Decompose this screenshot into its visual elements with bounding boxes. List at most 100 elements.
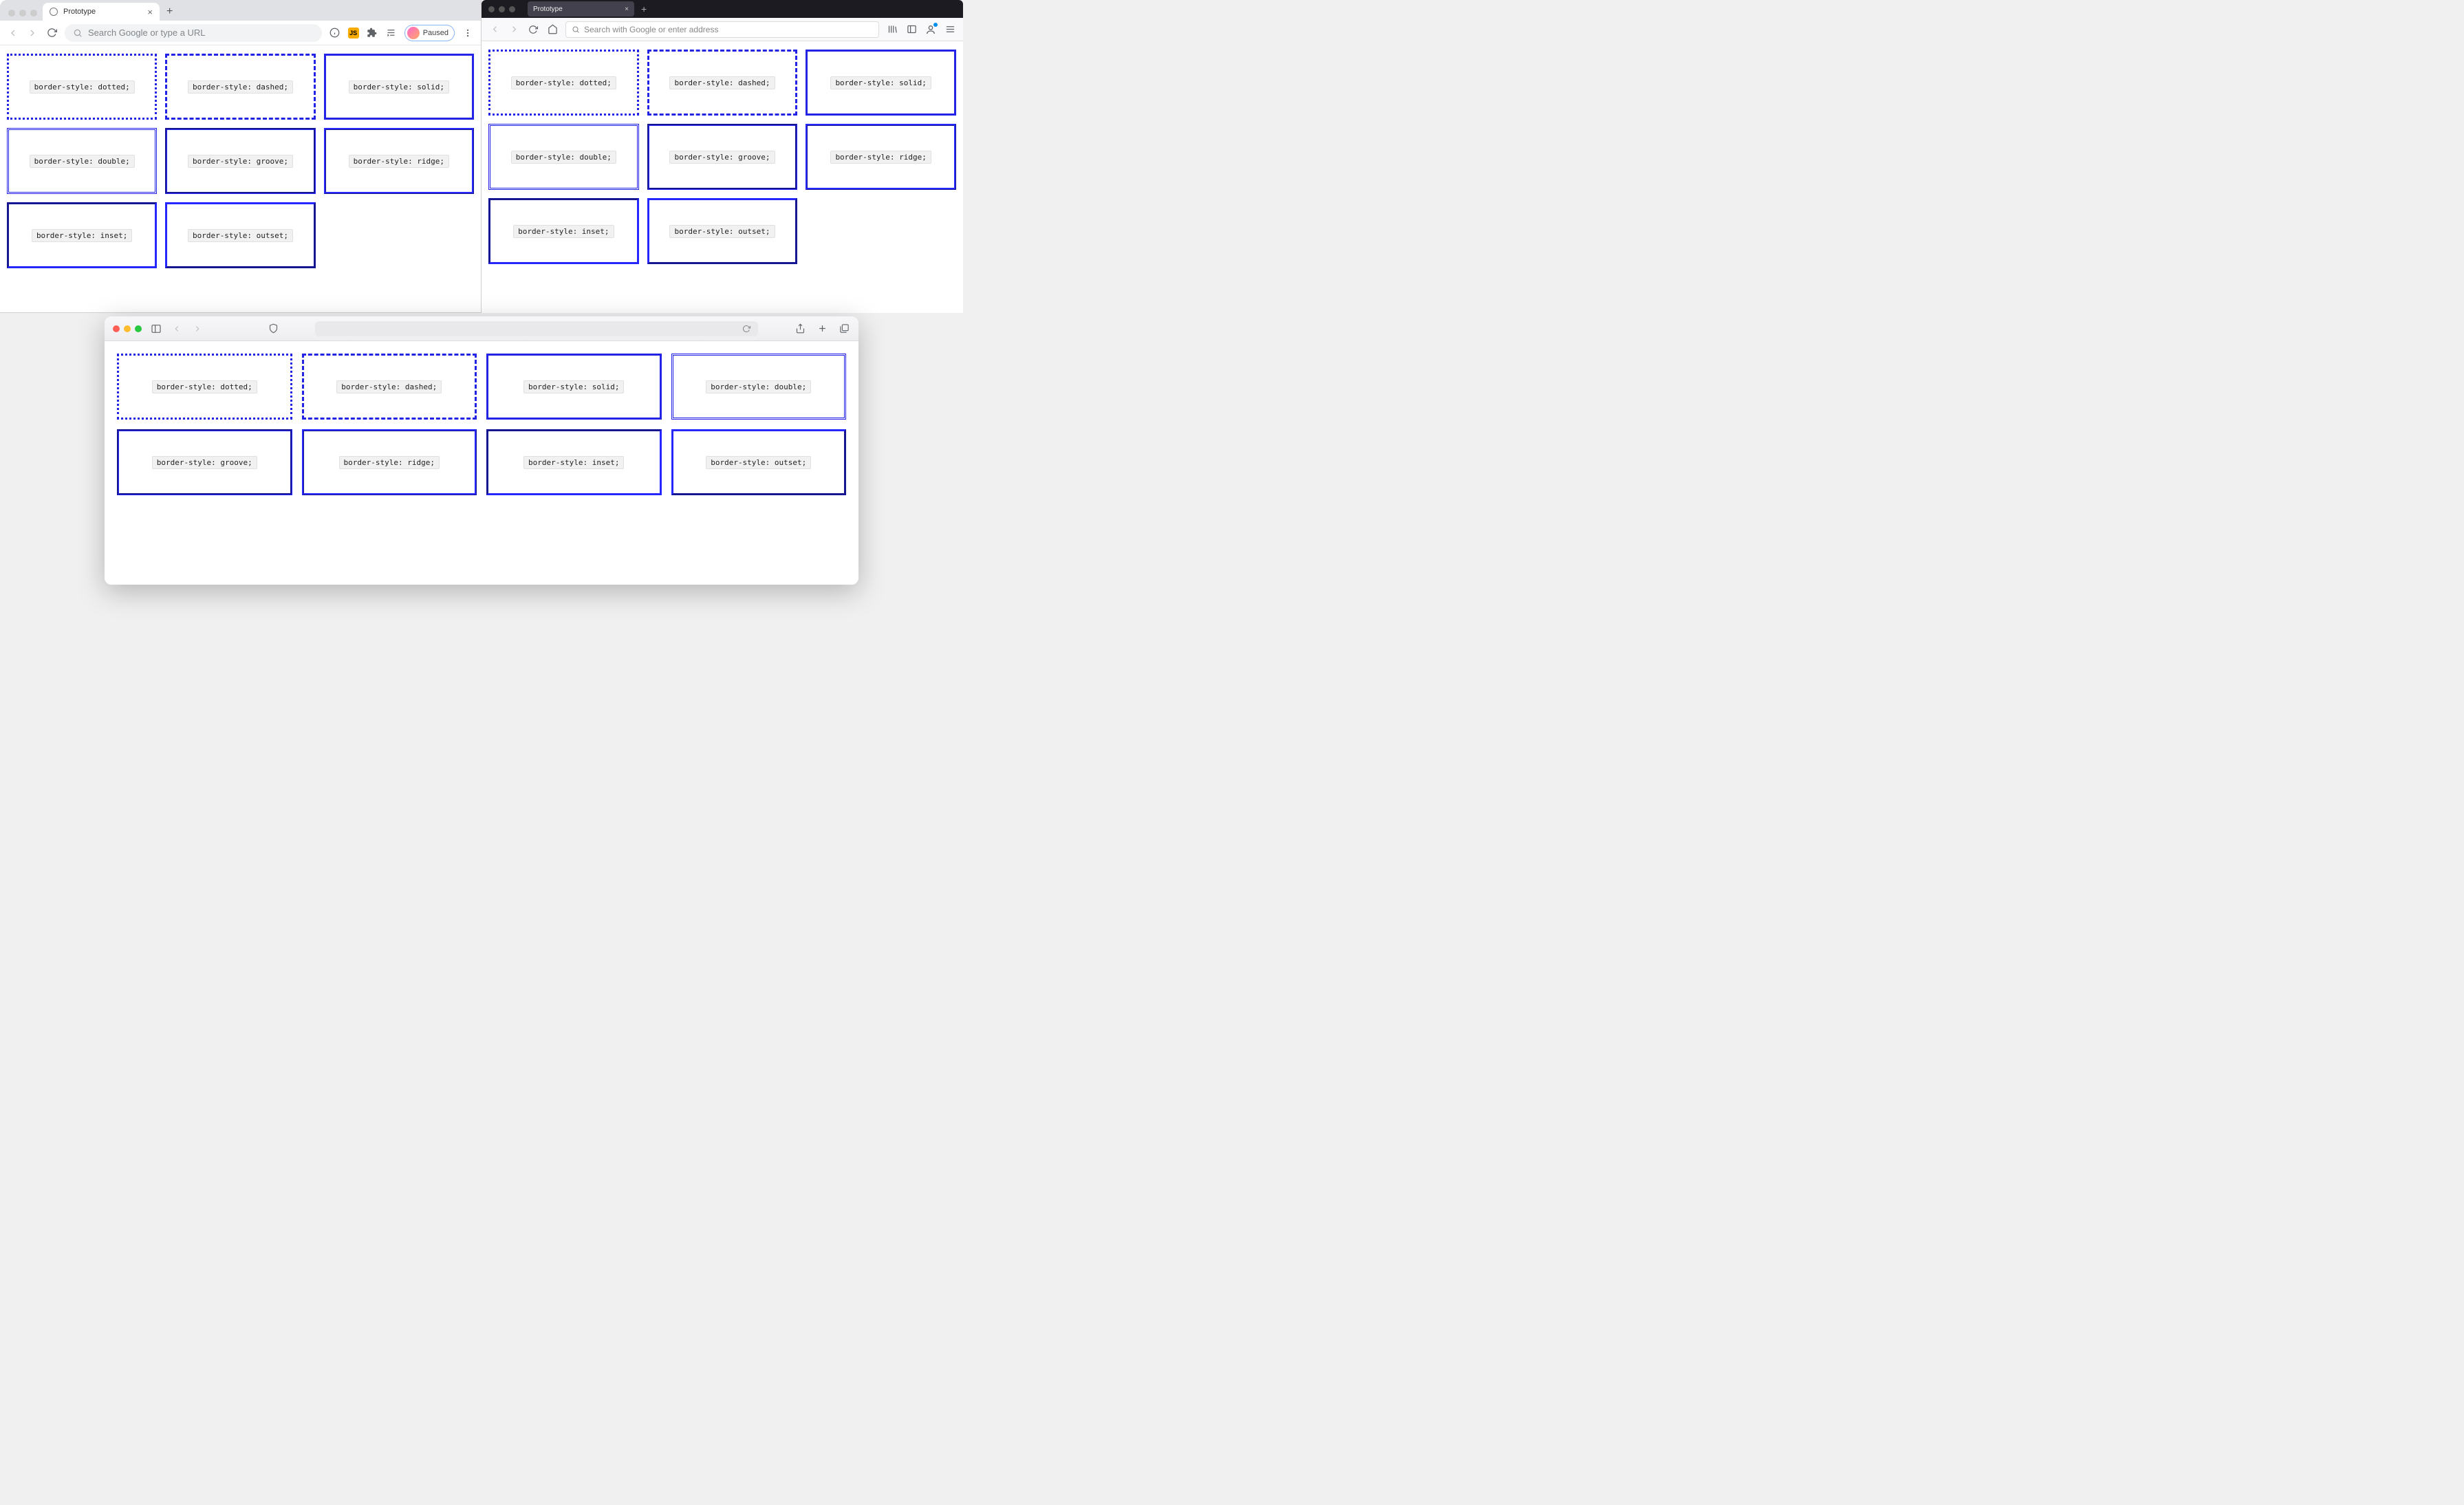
- close-window-icon[interactable]: [113, 325, 120, 332]
- minimize-window-icon[interactable]: [499, 6, 505, 12]
- border-demo-box-double: border-style: double;: [7, 128, 157, 194]
- window-controls: [487, 6, 521, 12]
- border-demo-box-solid: border-style: solid;: [324, 54, 474, 120]
- omnibox-placeholder: Search with Google or enter address: [584, 25, 718, 34]
- border-demo-box-groove: border-style: groove;: [117, 429, 292, 495]
- hamburger-menu-icon[interactable]: [944, 23, 956, 36]
- border-style-label: border-style: double;: [30, 155, 135, 168]
- border-demo-box-dashed: border-style: dashed;: [302, 354, 477, 420]
- safari-window: border-style: dotted; border-style: dashe…: [105, 316, 858, 585]
- border-demo-box-ridge: border-style: ridge;: [302, 429, 477, 495]
- new-tab-icon[interactable]: [816, 323, 828, 335]
- minimize-window-icon[interactable]: [19, 10, 26, 17]
- kebab-menu-icon[interactable]: [462, 27, 474, 39]
- border-style-label: border-style: dashed;: [669, 76, 775, 89]
- omnibox-placeholder: Search Google or type a URL: [88, 28, 206, 38]
- firefox-window: Prototype × + Search with Google or ente…: [482, 0, 963, 313]
- minimize-window-icon[interactable]: [124, 325, 131, 332]
- back-button[interactable]: [488, 23, 501, 36]
- border-demo-box-inset: border-style: inset;: [7, 202, 157, 268]
- forward-button[interactable]: [508, 23, 520, 36]
- window-controls: [113, 325, 142, 332]
- border-style-label: border-style: groove;: [669, 151, 775, 164]
- tab-title: Prototype: [63, 8, 96, 16]
- firefox-toolbar: Search with Google or enter address: [482, 18, 963, 41]
- extensions-menu-icon[interactable]: [366, 27, 378, 39]
- border-demo-box-solid: border-style: solid;: [806, 50, 956, 116]
- search-icon: [73, 28, 83, 38]
- toolbar-actions: [886, 23, 956, 36]
- border-style-label: border-style: outset;: [188, 229, 293, 242]
- border-demo-box-dotted: border-style: dotted;: [117, 354, 292, 420]
- forward-button[interactable]: [191, 323, 204, 335]
- close-tab-icon[interactable]: ×: [625, 6, 629, 13]
- window-controls: [7, 10, 43, 21]
- reading-list-icon[interactable]: [385, 27, 398, 39]
- border-style-grid: border-style: dotted; border-style: dashe…: [488, 50, 956, 264]
- border-style-label: border-style: outset;: [706, 456, 811, 469]
- border-demo-box-outset: border-style: outset;: [647, 198, 798, 264]
- tab-title: Prototype: [533, 6, 563, 13]
- border-style-label: border-style: inset;: [523, 456, 624, 469]
- border-style-label: border-style: double;: [511, 151, 616, 164]
- border-demo-box-double: border-style: double;: [671, 354, 847, 420]
- border-style-label: border-style: groove;: [152, 456, 257, 469]
- chrome-tabstrip: Prototype × +: [0, 0, 481, 21]
- maximize-window-icon[interactable]: [135, 325, 142, 332]
- page-content: border-style: dotted; border-style: dashe…: [0, 45, 481, 312]
- close-window-icon[interactable]: [488, 6, 495, 12]
- reload-button[interactable]: [527, 23, 539, 36]
- border-demo-box-inset: border-style: inset;: [488, 198, 639, 264]
- border-demo-box-double: border-style: double;: [488, 124, 639, 190]
- reload-icon[interactable]: [740, 323, 753, 335]
- address-bar[interactable]: Search with Google or enter address: [565, 21, 879, 38]
- chrome-window: Prototype × + Search Google or type a UR…: [0, 0, 482, 313]
- close-window-icon[interactable]: [8, 10, 15, 17]
- back-button[interactable]: [171, 323, 183, 335]
- new-tab-button[interactable]: +: [160, 6, 180, 21]
- maximize-window-icon[interactable]: [30, 10, 37, 17]
- library-icon[interactable]: [886, 23, 898, 36]
- maximize-window-icon[interactable]: [509, 6, 515, 12]
- reload-button[interactable]: [45, 27, 58, 39]
- extension-icon[interactable]: JS: [348, 28, 359, 39]
- forward-button[interactable]: [26, 27, 39, 39]
- address-bar[interactable]: Search Google or type a URL: [65, 24, 322, 42]
- border-style-label: border-style: inset;: [513, 225, 614, 238]
- border-style-label: border-style: dotted;: [152, 380, 257, 393]
- border-demo-box-dashed: border-style: dashed;: [647, 50, 798, 116]
- profile-button[interactable]: Paused: [404, 25, 455, 41]
- border-style-label: border-style: ridge;: [339, 456, 440, 469]
- border-style-label: border-style: inset;: [32, 229, 132, 242]
- close-tab-icon[interactable]: ×: [147, 7, 153, 17]
- firefox-tabstrip: Prototype × +: [482, 0, 963, 18]
- border-style-label: border-style: double;: [706, 380, 811, 393]
- sidebar-icon[interactable]: [905, 23, 918, 36]
- border-demo-box-ridge: border-style: ridge;: [806, 124, 956, 190]
- border-style-label: border-style: groove;: [188, 155, 293, 168]
- border-demo-box-outset: border-style: outset;: [165, 202, 315, 268]
- tabs-overview-icon[interactable]: [838, 323, 850, 335]
- border-demo-box-solid: border-style: solid;: [486, 354, 662, 420]
- border-style-label: border-style: ridge;: [349, 155, 449, 168]
- new-tab-button[interactable]: +: [634, 3, 653, 14]
- account-icon[interactable]: [925, 23, 937, 36]
- border-style-label: border-style: dashed;: [188, 80, 293, 94]
- page-content: border-style: dotted; border-style: dashe…: [105, 341, 858, 585]
- shield-icon[interactable]: [267, 323, 279, 335]
- border-style-label: border-style: outset;: [669, 225, 775, 238]
- browser-tab[interactable]: Prototype ×: [528, 1, 634, 17]
- border-demo-box-groove: border-style: groove;: [165, 128, 315, 194]
- back-button[interactable]: [7, 27, 19, 39]
- border-demo-box-dashed: border-style: dashed;: [165, 54, 315, 120]
- home-button[interactable]: [546, 23, 559, 36]
- address-bar[interactable]: [315, 321, 758, 336]
- border-style-grid: border-style: dotted; border-style: dashe…: [7, 54, 474, 268]
- border-demo-box-dotted: border-style: dotted;: [7, 54, 157, 120]
- info-icon[interactable]: [329, 27, 341, 39]
- border-style-label: border-style: dotted;: [511, 76, 616, 89]
- border-style-label: border-style: solid;: [830, 76, 931, 89]
- browser-tab[interactable]: Prototype ×: [43, 3, 160, 21]
- share-icon[interactable]: [794, 323, 806, 335]
- sidebar-toggle-icon[interactable]: [150, 323, 162, 335]
